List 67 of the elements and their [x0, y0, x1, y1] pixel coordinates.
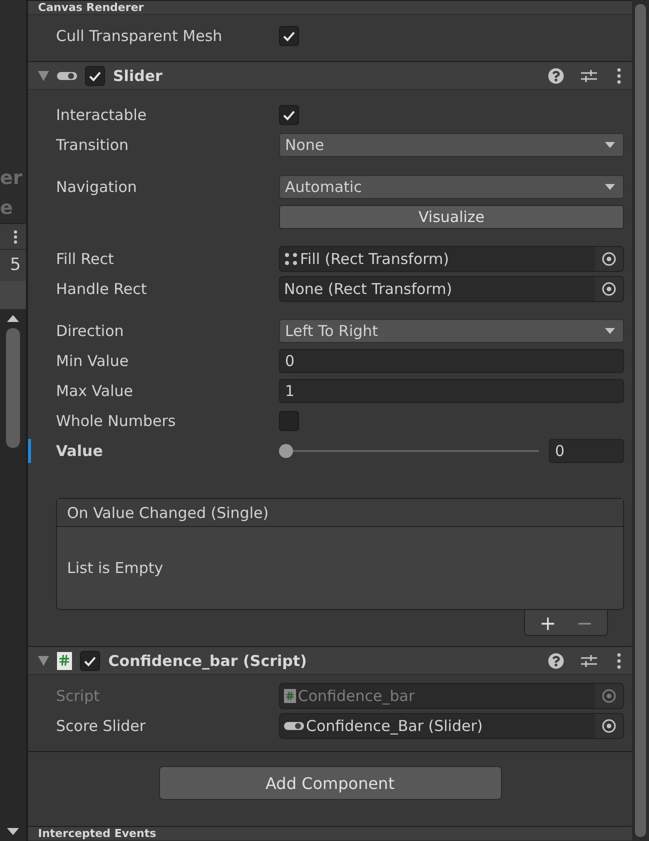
slider-toggle-icon	[284, 721, 304, 731]
property-label: Whole Numbers	[56, 412, 177, 430]
checkbox[interactable]	[279, 105, 299, 125]
property-label: Value	[56, 442, 104, 460]
property-label: Score Slider	[56, 717, 147, 735]
property-label: Script	[56, 687, 101, 705]
checkbox[interactable]	[279, 26, 299, 46]
dropdown-caret-icon	[605, 328, 615, 334]
add-button[interactable]: +	[539, 610, 556, 634]
empty-list-text: List is Empty	[66, 558, 164, 579]
scrollbar-thumb[interactable]	[6, 328, 20, 448]
scroll-down-icon[interactable]	[7, 828, 19, 835]
menu-kebab-icon[interactable]	[616, 68, 622, 84]
checkmark-icon	[282, 108, 296, 122]
number-field[interactable]: 0	[549, 439, 624, 463]
object-picker-icon[interactable]	[602, 282, 616, 296]
dropdown[interactable]: Automatic	[279, 175, 624, 199]
visualize-button[interactable]: Visualize	[279, 205, 624, 229]
checkbox[interactable]	[279, 411, 299, 431]
component-title: Confidence_bar (Script)	[108, 652, 308, 670]
property-label: Max Value	[56, 382, 134, 400]
property-label: Cull Transparent Mesh	[56, 27, 224, 45]
cut-heading-text: e	[0, 196, 14, 221]
preset-sliders-icon[interactable]	[580, 68, 598, 84]
enabled-checkbox[interactable]	[80, 650, 100, 670]
object-picker-icon[interactable]	[602, 719, 616, 733]
event-list-title: On Value Changed (Single)	[57, 499, 623, 527]
scrollbar-thumb[interactable]	[635, 4, 646, 837]
cut-value-text: 5	[0, 249, 26, 281]
object-field[interactable]: Confidence_Bar (Slider)	[279, 713, 624, 739]
property-label: Min Value	[56, 352, 130, 370]
slider-toggle-icon	[57, 70, 77, 80]
property-label: Fill Rect	[56, 250, 115, 268]
menu-kebab-icon[interactable]	[13, 230, 18, 244]
object-picker-icon[interactable]	[602, 252, 616, 266]
dropdown[interactable]: None	[279, 133, 624, 157]
rect-transform-icon	[284, 252, 298, 266]
checkmark-icon	[282, 29, 296, 43]
help-icon[interactable]	[548, 652, 564, 668]
object-field[interactable]: Fill (Rect Transform)	[279, 246, 624, 272]
slider-handle[interactable]	[279, 444, 293, 458]
object-field[interactable]: None (Rect Transform)	[279, 276, 624, 302]
property-label: Navigation	[56, 178, 138, 196]
property-label: Handle Rect	[56, 280, 148, 298]
dropdown[interactable]: Left To Right	[279, 319, 624, 343]
number-field[interactable]: 1	[279, 379, 624, 403]
script-file-icon	[57, 652, 72, 670]
property-label: Direction	[56, 322, 125, 340]
foldout-arrow-icon[interactable]	[38, 70, 49, 80]
property-label: Transition	[56, 136, 130, 154]
property-label: Interactable	[56, 106, 148, 124]
number-field[interactable]: 0	[279, 349, 624, 373]
enabled-checkbox[interactable]	[85, 66, 105, 86]
cut-heading-text: er	[0, 166, 24, 191]
component-title: Canvas Renderer	[38, 1, 145, 14]
script-file-icon	[284, 689, 296, 703]
foldout-arrow-icon[interactable]	[38, 656, 49, 666]
scroll-up-icon[interactable]	[7, 315, 19, 322]
component-title: Slider	[113, 66, 164, 84]
dropdown-caret-icon	[605, 142, 615, 148]
dropdown-caret-icon	[605, 184, 615, 190]
preset-sliders-icon[interactable]	[580, 652, 598, 668]
object-picker-icon[interactable]	[602, 689, 616, 703]
section-title: Intercepted Events	[38, 827, 158, 840]
help-icon[interactable]	[548, 68, 564, 84]
add-component-button[interactable]: Add Component	[158, 766, 502, 800]
menu-kebab-icon[interactable]	[616, 652, 622, 668]
